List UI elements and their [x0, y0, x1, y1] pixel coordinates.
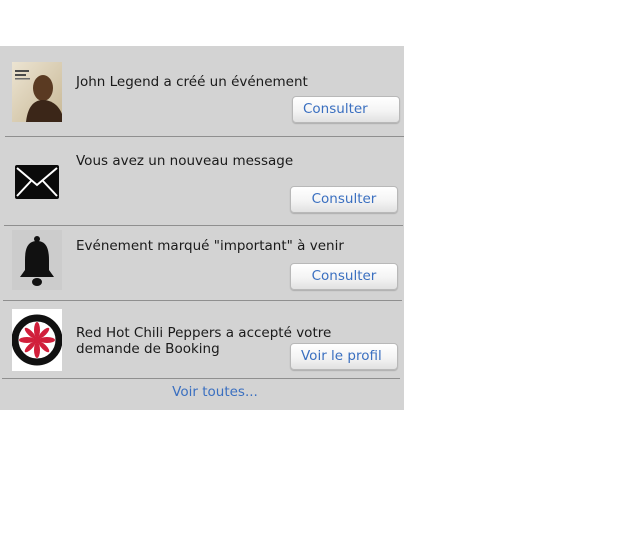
divider [2, 378, 400, 379]
notifications-panel: John Legend a créé un événement Consulte… [0, 46, 404, 410]
bell-icon [12, 230, 62, 290]
view-profile-button[interactable]: Voir le profil [290, 343, 398, 370]
consult-button[interactable]: Consulter [290, 186, 398, 213]
notification-item: Vous avez un nouveau message Consulter [0, 137, 404, 225]
album-cover-john-legend-icon [12, 62, 62, 122]
consult-button[interactable]: Consulter [290, 263, 398, 290]
red-hot-chili-peppers-logo-icon [11, 309, 63, 371]
notification-text: John Legend a créé un événement [76, 74, 308, 90]
envelope-icon [14, 160, 64, 204]
notification-item: Evénement marqué "important" à venir Con… [0, 226, 404, 300]
notification-item: John Legend a créé un événement Consulte… [0, 46, 404, 136]
notification-text: Evénement marqué "important" à venir [76, 238, 344, 254]
view-all-link[interactable]: Voir toutes... [0, 383, 430, 401]
consult-button[interactable]: Consulter [292, 96, 400, 123]
notification-text-line-1: Red Hot Chili Peppers a accepté votre [76, 325, 332, 341]
notification-item: Red Hot Chili Peppers a accepté votre de… [0, 301, 404, 378]
notification-text: Vous avez un nouveau message [76, 153, 294, 169]
